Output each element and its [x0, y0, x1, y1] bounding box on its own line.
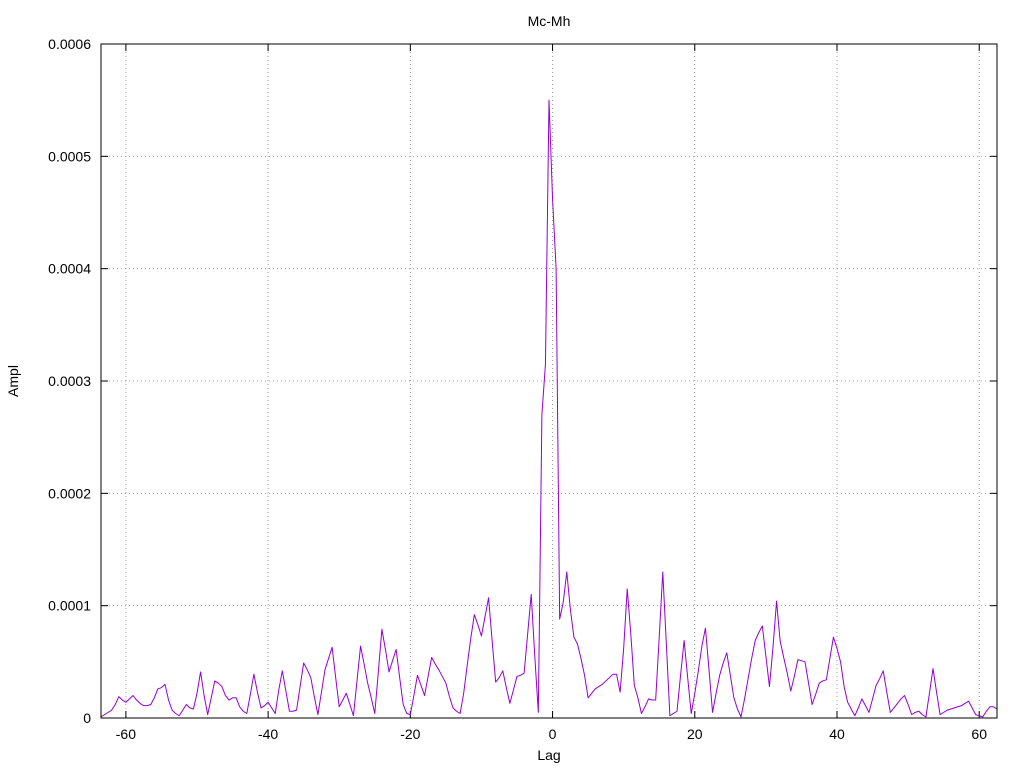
x-tick-label: 60 [971, 726, 987, 742]
x-tick-label: 0 [549, 726, 557, 742]
y-tick-label: 0.0003 [48, 373, 91, 389]
x-tick-label: -40 [258, 726, 278, 742]
chart-title: Mc-Mh [528, 13, 571, 29]
x-tick-label: 40 [829, 726, 845, 742]
y-tick-label: 0.0005 [48, 148, 91, 164]
y-axis-label: Ampl [5, 365, 21, 397]
chart: -60 -40 -20 0 20 40 60 0 0.0001 0.0002 0.0003 0.000… [0, 0, 1024, 768]
y-tick-label: 0.0004 [48, 261, 91, 277]
y-tick-label: 0 [83, 710, 91, 726]
y-tick-label: 0.0006 [48, 36, 91, 52]
chart-background [0, 0, 1024, 768]
x-axis-label: Lag [537, 747, 560, 763]
x-tick-label: 20 [687, 726, 703, 742]
x-tick-label: -20 [400, 726, 420, 742]
y-tick-label: 0.0001 [48, 598, 91, 614]
y-tick-label: 0.0002 [48, 485, 91, 501]
x-tick-label: -60 [116, 726, 136, 742]
